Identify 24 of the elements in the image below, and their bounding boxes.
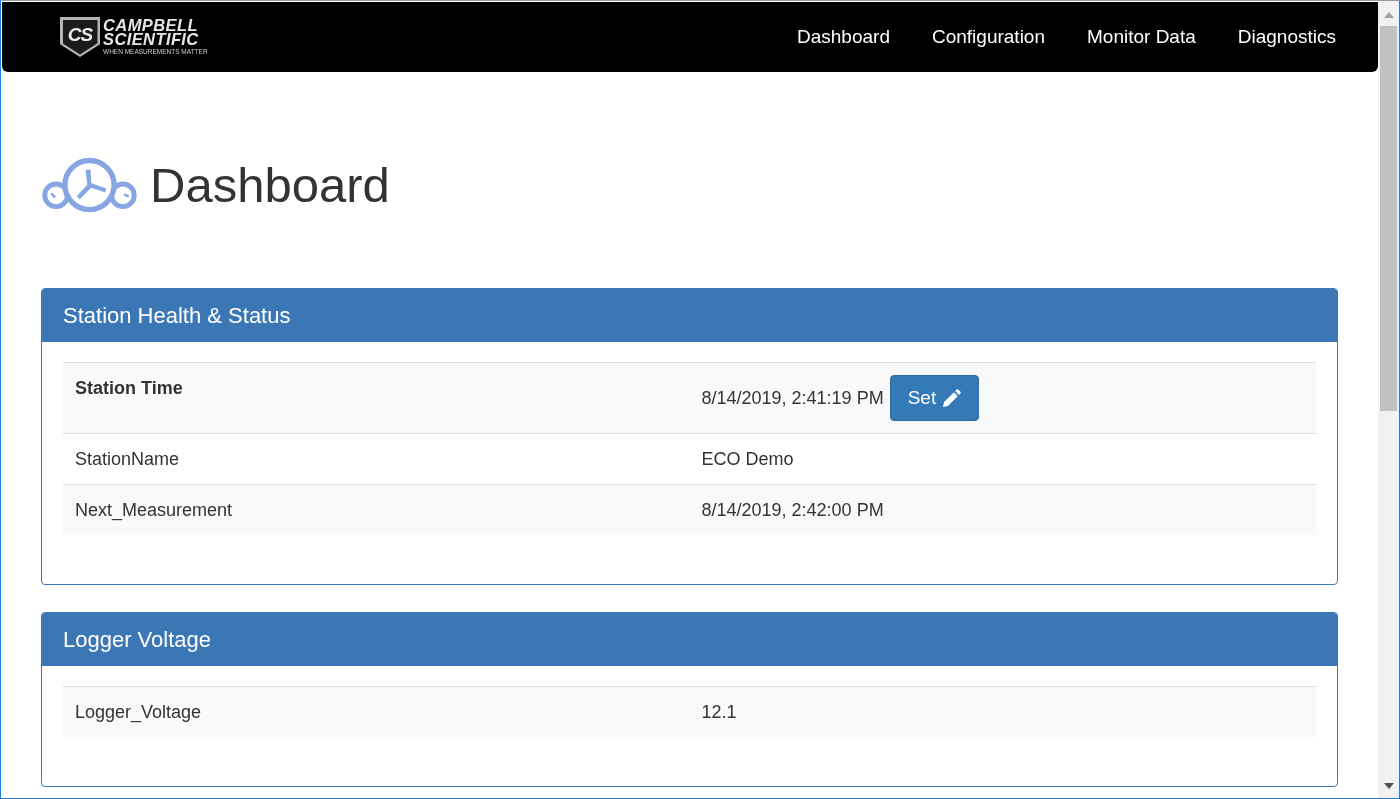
row-label: Next_Measurement [75,500,233,520]
scrollbar[interactable] [1378,1,1399,798]
row-label: StationName [75,449,180,469]
brand-name: CAMPBELL SCIENTIFIC [103,18,200,46]
panel-header: Station Health & Status [42,289,1337,342]
nav-link[interactable]: Dashboard [797,25,890,49]
set-button[interactable]: Set [889,375,980,421]
pencil-icon [942,388,962,408]
row-value: 12.1 [701,702,737,722]
logo-monogram: CS [62,19,98,55]
row-value: 8/14/2019, 2:42:00 PM [701,500,884,520]
page-title: Dashboard [150,157,390,214]
row-label: Logger_Voltage [75,702,202,722]
scrollbar-thumb[interactable] [1380,26,1397,411]
gauge-icon [41,157,138,214]
scroll-up-icon[interactable] [1383,12,1394,18]
row-value: 8/14/2019, 2:41:19 PM [701,388,884,408]
row-label: Station Time [75,378,183,398]
nav-link[interactable]: Diagnostics [1237,25,1336,49]
panel-header: Logger Voltage [42,613,1337,666]
nav-link[interactable]: Monitor Data [1087,25,1196,49]
row-value: ECO Demo [701,449,794,469]
scroll-down-icon[interactable] [1383,783,1394,789]
nav-link[interactable]: Configuration [931,25,1045,49]
